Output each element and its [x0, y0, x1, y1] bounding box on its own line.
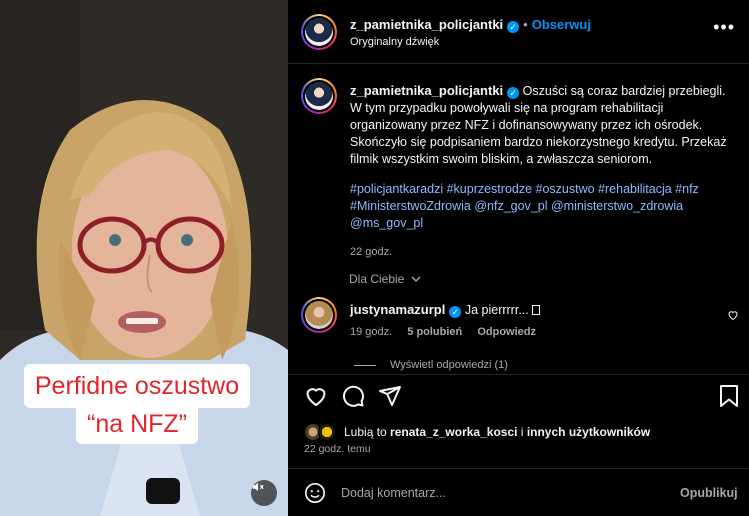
comment-icon[interactable]: [341, 384, 365, 408]
reel-video[interactable]: Perfidne oszustwo “na NFZ”: [0, 0, 288, 516]
bookmark-icon[interactable]: [718, 384, 740, 408]
caption-time: 22 godz.: [350, 246, 393, 258]
post-hashtags: #policjantkaradzi #kuprzestrodze #oszust…: [350, 181, 730, 261]
video-caption: Perfidne oszustwo “na NFZ”: [24, 364, 250, 444]
likes-summary: Lubią to renata_z_worka_kosci i innych u…: [304, 423, 650, 441]
follow-button[interactable]: Obserwuj: [532, 17, 591, 32]
emoji-placeholder-icon: [532, 305, 541, 315]
caption-avatar[interactable]: [301, 78, 337, 114]
comments-filter[interactable]: Dla Ciebie: [349, 272, 421, 286]
likes-others[interactable]: innych użytkowników: [527, 425, 650, 439]
divider: [288, 468, 749, 469]
audio-label[interactable]: Oryginalny dźwięk: [350, 36, 439, 48]
chevron-down-icon: [411, 276, 421, 282]
commenter-avatar[interactable]: [301, 297, 337, 333]
mute-button[interactable]: [251, 480, 277, 506]
post-side-panel: z_pamietnika_policjantki ✓ • Obserwuj Orygi…: [288, 0, 749, 516]
verified-icon: ✓: [507, 87, 520, 99]
view-replies-button[interactable]: Wyświetl odpowiedzi (1): [354, 359, 508, 371]
share-icon[interactable]: [378, 384, 402, 408]
separator-dot: •: [523, 17, 528, 32]
commenter-username[interactable]: justynamazurpl: [350, 302, 445, 317]
comment-likes[interactable]: 5 polubień: [407, 326, 462, 338]
heart-icon[interactable]: [727, 309, 739, 321]
caption-username[interactable]: z_pamietnika_policjantki: [350, 83, 503, 98]
hashtag-links[interactable]: #policjantkaradzi #kuprzestrodze #oszust…: [350, 182, 699, 230]
comment-reply-button[interactable]: Odpowiedz: [477, 326, 536, 338]
more-icon[interactable]: •••: [713, 18, 735, 36]
add-comment-input[interactable]: [341, 483, 661, 503]
author-username[interactable]: z_pamietnika_policjantki: [350, 17, 503, 32]
heart-icon[interactable]: [304, 384, 328, 408]
liker-avatar[interactable]: [318, 423, 336, 441]
comment-meta: 19 godz. 5 polubień Odpowiedz: [350, 326, 536, 338]
post-caption: z_pamietnika_policjantki ✓ Oszuści są cor…: [350, 82, 730, 168]
likes-prefix: Lubią to: [344, 425, 387, 439]
verified-icon: ✓: [449, 306, 462, 318]
comment-time: 19 godz.: [350, 326, 393, 338]
post-time: 22 godz. temu: [304, 443, 371, 455]
comment-text: Ja pierrrrr...: [464, 303, 533, 317]
publish-button[interactable]: Opublikuj: [680, 486, 738, 500]
emoji-icon[interactable]: [304, 482, 326, 504]
liker-username[interactable]: renata_z_worka_kosci: [390, 425, 517, 439]
mute-icon: [252, 482, 264, 492]
divider: [288, 374, 749, 375]
video-caption-line2: “na NFZ”: [76, 404, 198, 444]
comment-item: justynamazurpl ✓ Ja pierrrrr...: [350, 302, 730, 318]
author-avatar[interactable]: [301, 14, 337, 50]
comments-filter-label: Dla Ciebie: [349, 272, 405, 286]
video-caption-line1: Perfidne oszustwo: [24, 364, 250, 408]
post-header: z_pamietnika_policjantki ✓ • Obserwuj Orygi…: [288, 0, 749, 64]
likes-mid: i: [520, 425, 524, 439]
verified-icon: ✓: [507, 21, 520, 33]
